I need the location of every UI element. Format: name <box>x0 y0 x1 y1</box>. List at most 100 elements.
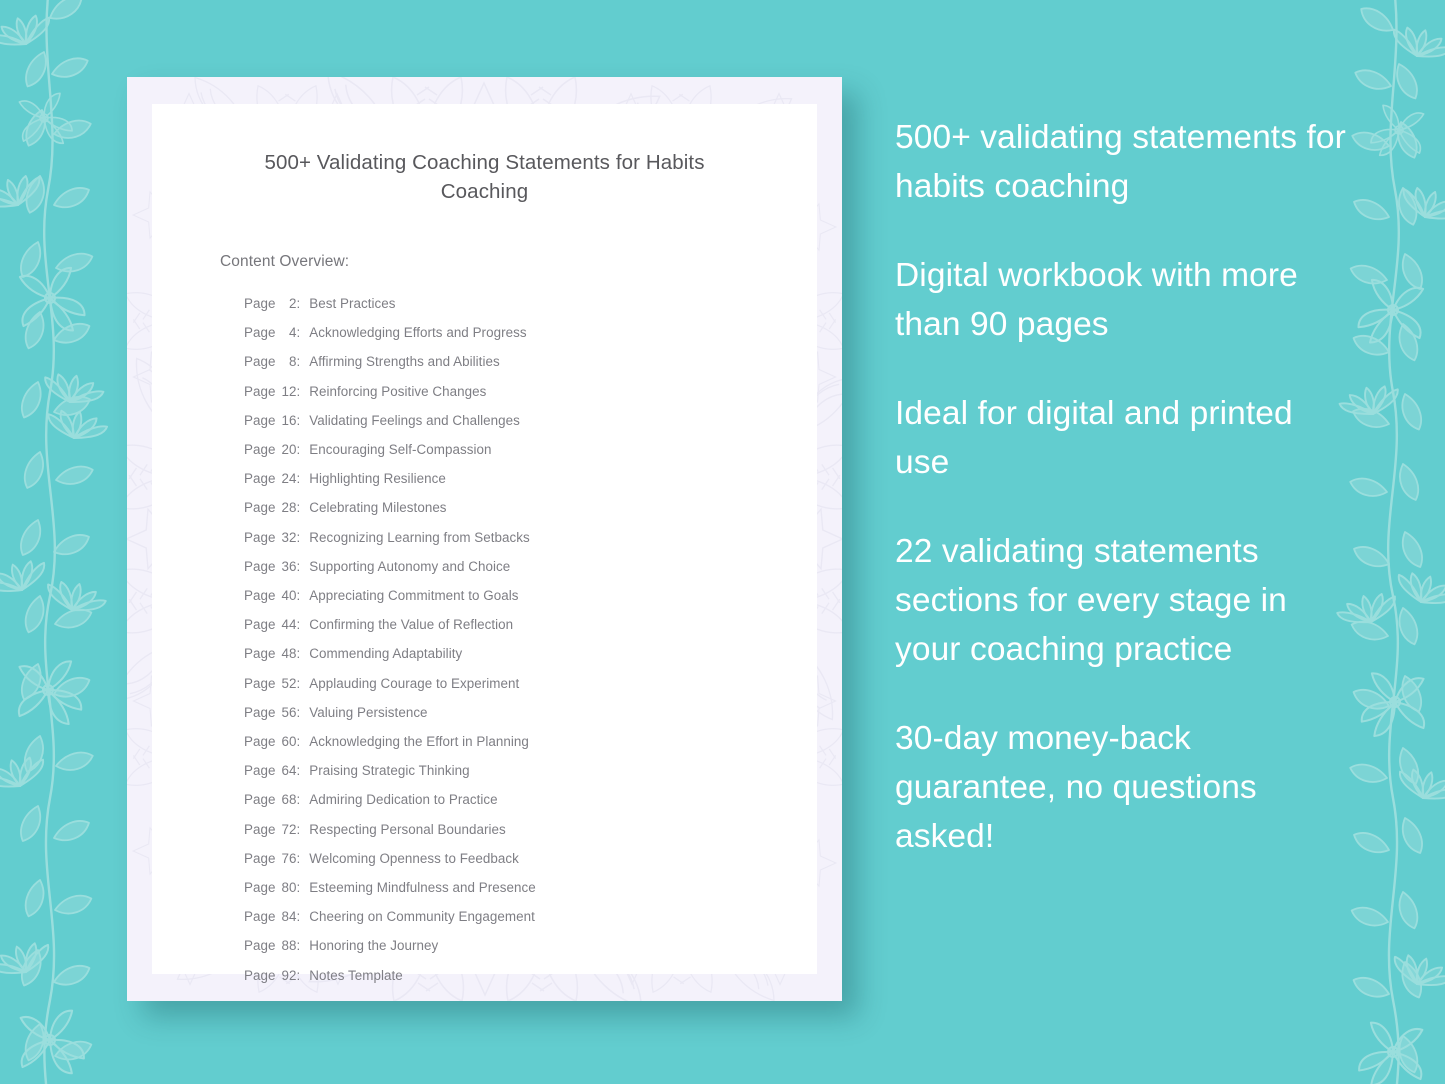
toc-section-title: Esteeming Mindfulness and Presence <box>309 880 536 896</box>
toc-entry: Page 72: Respecting Personal Boundaries <box>244 815 771 844</box>
toc-entry: Page 36: Supporting Autonomy and Choice <box>244 552 771 581</box>
toc-section-title: Valuing Persistence <box>309 704 428 720</box>
toc-section-title: Admiring Dedication to Practice <box>309 792 498 808</box>
toc-entry: Page 64: Praising Strategic Thinking <box>244 756 771 785</box>
toc-entry: Page 2: Best Practices <box>244 289 771 318</box>
toc-page-label: Page <box>244 617 280 633</box>
toc-page-number: 4: <box>288 325 301 341</box>
toc-entry: Page 20: Encouraging Self-Compassion <box>244 435 771 464</box>
toc-page-label: Page <box>244 967 280 983</box>
toc-entry: Page 84: Cheering on Community Engagement <box>244 902 771 931</box>
toc-page-number: 56: <box>281 704 301 720</box>
toc-section-title: Highlighting Resilience <box>309 471 446 487</box>
toc-page-label: Page <box>244 792 280 808</box>
toc-section-title: Encouraging Self-Compassion <box>309 442 492 458</box>
toc-section-title: Acknowledging the Effort in Planning <box>309 734 529 750</box>
toc-entry: Page 68: Admiring Dedication to Practice <box>244 785 771 814</box>
toc-entry: Page 80: Esteeming Mindfulness and Presen… <box>244 873 771 902</box>
toc-page-number: 24: <box>281 471 301 487</box>
toc-section-title: Applauding Courage to Experiment <box>309 675 520 691</box>
document-preview-card[interactable]: 500+ Validating Coaching Statements for … <box>127 77 842 1001</box>
promo-item: 30-day money-back guarantee, no question… <box>895 720 1257 855</box>
toc-entry: Page 12: Reinforcing Positive Changes <box>244 377 771 406</box>
toc-page-number: 64: <box>281 763 301 779</box>
toc-page-label: Page <box>244 296 280 311</box>
toc-page-label: Page <box>244 442 280 458</box>
toc-page-label: Page <box>244 850 280 866</box>
toc-section-title: Best Practices <box>309 296 396 311</box>
toc-page-number: 88: <box>281 938 301 954</box>
toc-section-title: Honoring the Journey <box>309 938 439 954</box>
toc-page-label: Page <box>244 704 280 720</box>
promo-item: 500+ validating statements for habits co… <box>895 119 1346 205</box>
page-title: 500+ Validating Coaching Statements for … <box>264 151 705 203</box>
toc-entry: Page 52: Applauding Courage to Experiment <box>244 669 771 698</box>
toc-page-number: 76: <box>281 850 301 866</box>
toc-section-title: Validating Feelings and Challenges <box>309 412 520 428</box>
promo-item: 22 validating statements sections for ev… <box>895 533 1287 668</box>
toc-section-title: Affirming Strengths and Abilities <box>309 354 500 370</box>
toc-entry: Page 44: Confirming the Value of Reflecti… <box>244 610 771 639</box>
toc-entry: Page 24: Highlighting Resilience <box>244 464 771 493</box>
toc-page-number: 48: <box>281 646 301 662</box>
toc-page-number: 36: <box>281 558 301 574</box>
toc-page-label: Page <box>244 558 280 574</box>
toc-page-label: Page <box>244 529 280 545</box>
toc-entry: Page 32: Recognizing Learning from Setbac… <box>244 523 771 552</box>
toc-page-number: 80: <box>281 880 301 896</box>
toc-page-label: Page <box>244 588 280 604</box>
table-of-contents: Page 2: Best Practices Page 4: Acknowledgin… <box>244 289 771 990</box>
toc-page-label: Page <box>244 821 280 837</box>
toc-section-title: Praising Strategic Thinking <box>309 763 470 779</box>
toc-page-number: 8: <box>288 354 301 370</box>
toc-section-title: Commending Adaptability <box>309 646 463 662</box>
toc-page-number: 68: <box>281 792 301 808</box>
toc-page-label: Page <box>244 909 280 925</box>
toc-page-number: 92: <box>281 967 301 983</box>
toc-page-number: 44: <box>281 617 301 633</box>
toc-page-number: 12: <box>281 383 301 399</box>
content-overview-heading: Content Overview: <box>220 253 350 270</box>
promo-feature-list: 500+ validating statements for habits co… <box>895 113 1347 861</box>
toc-entry: Page 40: Appreciating Commitment to Goals <box>244 581 771 610</box>
toc-page-number: 28: <box>281 500 301 516</box>
document-page: 500+ Validating Coaching Statements for … <box>152 104 817 983</box>
toc-entry: Page 16: Validating Feelings and Challeng… <box>244 406 771 435</box>
toc-page-number: 2: <box>288 296 301 311</box>
promo-item: Ideal for digital and printed use <box>895 395 1293 481</box>
toc-section-title: Reinforcing Positive Changes <box>309 383 487 399</box>
toc-section-title: Supporting Autonomy and Choice <box>309 558 511 574</box>
toc-page-label: Page <box>244 763 280 779</box>
toc-entry: Page 76: Welcoming Openness to Feedback <box>244 844 771 873</box>
toc-section-title: Respecting Personal Boundaries <box>309 821 506 837</box>
toc-page-number: 84: <box>281 909 301 925</box>
toc-entry: Page 88: Honoring the Journey <box>244 931 771 960</box>
toc-section-title: Acknowledging Efforts and Progress <box>309 325 527 341</box>
toc-page-label: Page <box>244 383 280 399</box>
toc-page-number: 20: <box>281 442 301 458</box>
toc-page-number: 60: <box>281 734 301 750</box>
toc-page-label: Page <box>244 675 280 691</box>
toc-page-label: Page <box>244 880 280 896</box>
toc-section-title: Appreciating Commitment to Goals <box>309 588 519 604</box>
toc-page-label: Page <box>244 325 280 341</box>
toc-section-title: Welcoming Openness to Feedback <box>309 850 519 866</box>
toc-section-title: Confirming the Value of Reflection <box>309 617 514 633</box>
toc-section-title: Notes Template <box>309 967 403 983</box>
toc-page-number: 32: <box>281 529 301 545</box>
toc-entry: Page 4: Acknowledging Efforts and Progres… <box>244 318 771 347</box>
toc-entry: Page 28: Celebrating Milestones <box>244 493 771 522</box>
toc-page-label: Page <box>244 938 280 954</box>
toc-section-title: Recognizing Learning from Setbacks <box>309 529 530 545</box>
floral-vine-border-left <box>0 0 110 1084</box>
toc-page-label: Page <box>244 412 280 428</box>
toc-page-number: 16: <box>281 412 301 428</box>
toc-page-label: Page <box>244 471 280 487</box>
toc-page-number: 40: <box>281 588 301 604</box>
toc-entry: Page 48: Commending Adaptability <box>244 639 771 668</box>
toc-entry: Page 60: Acknowledging the Effort in Plan… <box>244 727 771 756</box>
toc-page-label: Page <box>244 354 280 370</box>
promo-item: Digital workbook with more than 90 pages <box>895 257 1298 343</box>
toc-page-number: 52: <box>281 675 301 691</box>
toc-page-number: 72: <box>281 821 301 837</box>
